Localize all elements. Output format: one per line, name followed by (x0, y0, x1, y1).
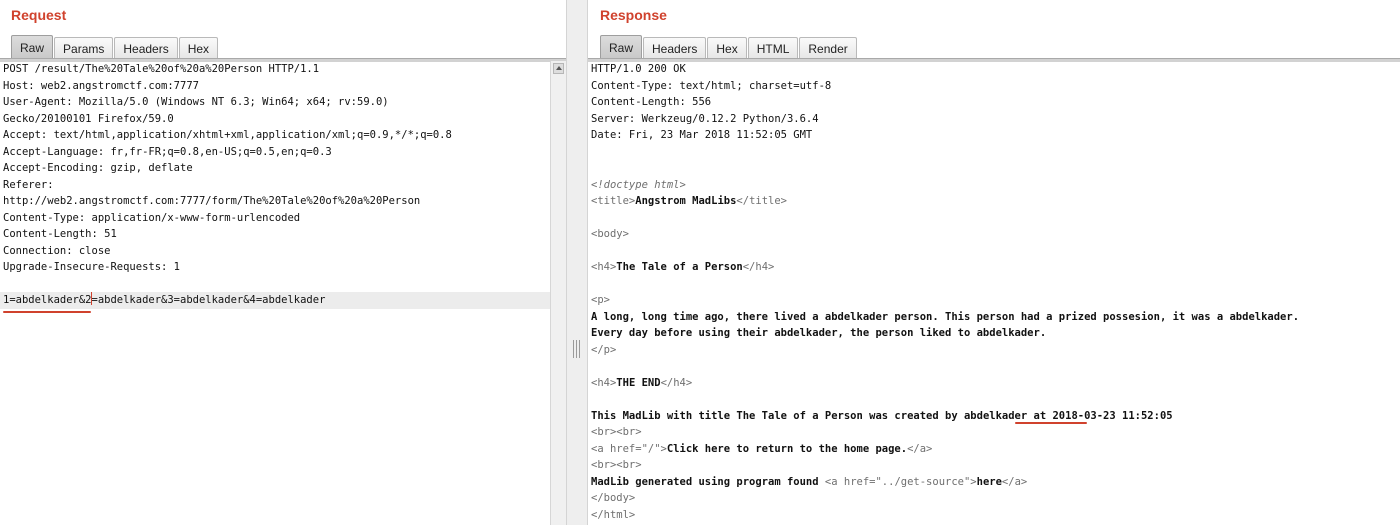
tag: <a href="../get-source"> (824, 475, 977, 488)
title-line: <title>Angstrom MadLibs</title> (588, 193, 1400, 210)
generated-prefix: MadLib generated using program found (591, 475, 825, 488)
request-editor[interactable]: POST /result/The%20Tale%20of%20a%20Perso… (0, 61, 550, 525)
tag: </title> (736, 195, 787, 207)
tab-request-hex[interactable]: Hex (178, 37, 219, 59)
response-editor[interactable]: HTTP/1.0 200 OK Content-Type: text/html;… (588, 61, 1400, 525)
request-line: Referer: (3, 178, 54, 191)
response-line: Content-Length: 556 (591, 96, 712, 108)
tab-response-html[interactable]: HTML (747, 37, 799, 59)
p-open-tag: <p> (591, 294, 610, 306)
body-close-tag: </body> (591, 492, 636, 504)
request-title: Request (11, 7, 67, 23)
request-scrollbar[interactable] (550, 61, 566, 525)
request-line: Accept-Encoding: gzip, deflate (3, 162, 193, 174)
pane-splitter[interactable] (566, 0, 588, 525)
splitter-grip-icon[interactable] (573, 340, 581, 358)
response-underline (1015, 422, 1087, 424)
response-line: Content-Type: text/html; charset=utf-8 (591, 79, 832, 92)
the-end-text: THE END (616, 376, 661, 389)
home-link-line: <a href="/">Click here to return to the … (588, 441, 1400, 458)
creator-name: abdelkader (963, 409, 1028, 422)
generated-line: MadLib generated using program found <a … (588, 474, 1400, 491)
request-line: Content-Length: 51 (3, 228, 117, 240)
response-line: Server: Werkzeug/0.12.2 Python/3.6.4 (591, 112, 819, 125)
request-body: 1=abdelkader&2=abdelkader&3=abdelkader&4… (0, 292, 550, 309)
tag: </h4> (660, 376, 693, 389)
heading-text: The Tale of a Person (616, 261, 743, 273)
request-line: Gecko/20100101 Firefox/59.0 (3, 112, 174, 125)
created-suffix: at 2018-03-23 11:52:05 (1027, 409, 1173, 422)
home-link: Click here to return to the home page. (666, 442, 908, 455)
tag: </a> (907, 442, 933, 455)
tab-response-headers[interactable]: Headers (643, 37, 707, 59)
tab-response-hex[interactable]: Hex (707, 37, 747, 59)
tab-response-raw[interactable]: Raw (600, 35, 643, 59)
br-tags: <br><br> (591, 459, 642, 471)
request-line: Host: web2.angstromctf.com:7777 (3, 79, 199, 92)
tag: </h4> (742, 261, 775, 273)
scroll-up-arrow-icon[interactable] (553, 63, 564, 74)
br-tags: <br><br> (591, 426, 642, 438)
tag: </a> (1001, 475, 1028, 488)
request-tabs: Raw Params Headers Hex (11, 34, 219, 59)
tag: <h4> (591, 261, 617, 273)
response-title: Response (600, 7, 667, 23)
tag: <h4> (591, 376, 617, 389)
created-prefix: This MadLib with title The Tale of a Per… (591, 409, 964, 422)
tab-request-headers[interactable]: Headers (114, 37, 178, 59)
request-line: Connection: close (3, 244, 111, 257)
tag: <a href="/"> (591, 442, 667, 455)
response-tabs: Raw Headers Hex HTML Render (600, 34, 858, 59)
story-line: A long, long time ago, there lived a abd… (591, 310, 1300, 323)
response-line: HTTP/1.0 200 OK (591, 63, 686, 75)
p-close-tag: </p> (591, 343, 617, 356)
html-close-tag: </html> (591, 508, 636, 521)
page-title-text: Angstrom MadLibs (635, 195, 737, 207)
doctype-line: <!doctype html> (591, 178, 686, 191)
tab-request-raw[interactable]: Raw (11, 35, 54, 59)
request-line: Content-Type: application/x-www-form-url… (3, 211, 301, 224)
response-line: Date: Fri, 23 Mar 2018 11:52:05 GMT (591, 129, 813, 141)
source-link: here (976, 475, 1002, 488)
request-underline (3, 311, 91, 313)
request-pane: Request Raw Params Headers Hex POST /res… (0, 0, 566, 525)
request-line: Accept: text/html,application/xhtml+xml,… (3, 129, 452, 141)
text-cursor (91, 292, 92, 305)
body-open-tag: <body> (591, 228, 629, 240)
request-line: POST /result/The%20Tale%20of%20a%20Perso… (3, 63, 320, 75)
request-line: User-Agent: Mozilla/5.0 (Windows NT 6.3;… (3, 96, 389, 108)
heading-line: <h4>The Tale of a Person</h4> (588, 259, 1400, 276)
response-pane: Response Raw Headers Hex HTML Render HTT… (588, 0, 1400, 525)
tab-request-params[interactable]: Params (54, 37, 114, 59)
the-end-line: <h4>THE END</h4> (588, 375, 1400, 392)
tag: <title> (591, 195, 636, 207)
request-line: http://web2.angstromctf.com:7777/form/Th… (3, 195, 421, 207)
story-line: Every day before using their abdelkader,… (591, 327, 1047, 339)
tab-response-render[interactable]: Render (799, 37, 857, 59)
request-line: Accept-Language: fr,fr-FR;q=0.8,en-US;q=… (3, 145, 332, 158)
created-by-line: This MadLib with title The Tale of a Per… (588, 408, 1400, 425)
request-line: Upgrade-Insecure-Requests: 1 (3, 261, 181, 273)
